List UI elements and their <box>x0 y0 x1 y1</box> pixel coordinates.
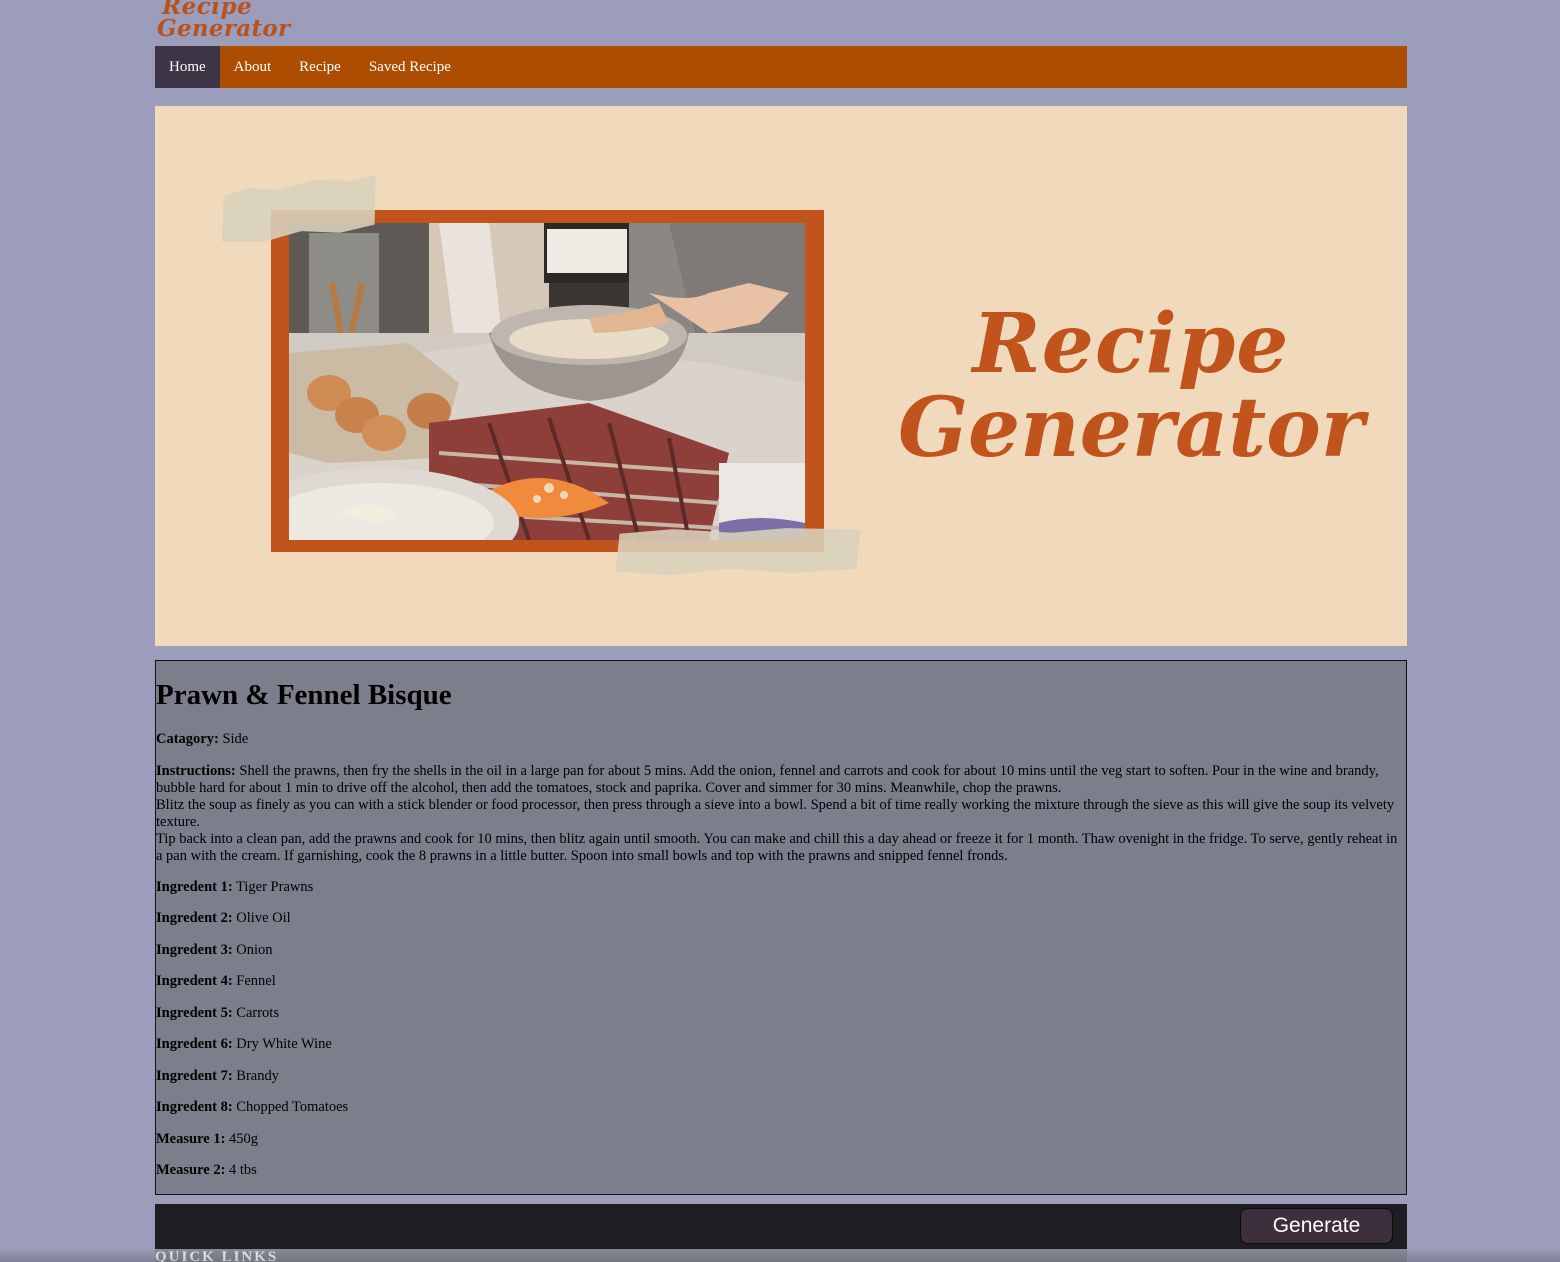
ingredient-label: Ingredent 2: <box>156 910 233 926</box>
hero-title-line-1: Recipe <box>972 296 1290 392</box>
quick-links-heading: QUICK LINKS <box>155 1249 279 1262</box>
ingredient-label: Ingredent 5: <box>156 1004 233 1021</box>
recipe-card: Prawn & Fennel Bisque Catagory: Side Ins… <box>155 660 1407 1195</box>
ingredient-value: Tiger Prawns <box>236 878 314 895</box>
ingredient-label: Ingredent 3: <box>156 941 233 958</box>
nav-item-saved-recipe[interactable]: Saved Recipe <box>355 46 465 88</box>
nav-item-home[interactable]: Home <box>155 46 220 88</box>
ingredient-label: Ingredent 6: <box>156 1036 233 1052</box>
instructions-text-1: Shell the prawns, then fry the shells in… <box>156 762 1379 796</box>
ingredient-row: Ingredent 7: Brandy <box>156 1068 1402 1085</box>
ingredient-label: Ingredent 8: <box>156 1099 233 1115</box>
cooking-photo <box>289 223 805 540</box>
ingredient-row: Ingredent 8: Chopped Tomatoes <box>156 1099 1402 1116</box>
ingredient-value: Dry White Wine <box>236 1036 332 1052</box>
instructions-label: Instructions: <box>156 762 236 779</box>
ingredient-row: Ingredent 3: Onion <box>156 942 1402 959</box>
instructions-paragraph: Instructions: Shell the prawns, then fry… <box>156 763 1402 797</box>
nav-item-recipe[interactable]: Recipe <box>285 46 355 88</box>
hero-title: Recipe Generator <box>855 302 1407 470</box>
site-logo[interactable]: Recipe Generator <box>157 0 297 44</box>
recipe-details: Catagory: Side Instructions: Shell the p… <box>156 731 1402 1194</box>
quick-links-section: QUICK LINKS <box>155 1249 1407 1262</box>
ingredient-label: Ingredent 1: <box>156 878 233 895</box>
nav-item-about[interactable]: About <box>220 46 286 88</box>
category-label: Catagory: <box>156 731 219 747</box>
generate-button[interactable]: Generate <box>1240 1208 1393 1244</box>
measure-label: Measure 1: <box>156 1130 226 1147</box>
recipe-title: Prawn & Fennel Bisque <box>156 679 452 711</box>
ingredient-label: Ingredent 7: <box>156 1067 233 1084</box>
tape-strip-bottom <box>615 526 862 576</box>
hero-title-line-2: Generator <box>897 380 1365 476</box>
hero-banner: Recipe Generator <box>155 106 1407 646</box>
measure-value: 450g <box>229 1130 259 1147</box>
action-bar: Generate <box>155 1204 1407 1249</box>
ingredient-value: Carrots <box>236 1004 279 1021</box>
ingredient-value: Brandy <box>236 1067 279 1084</box>
main-nav: Home About Recipe Saved Recipe <box>155 46 1407 88</box>
ingredient-row: Ingredent 5: Carrots <box>156 1005 1402 1022</box>
ingredient-value: Fennel <box>236 973 276 989</box>
ingredient-value: Onion <box>236 941 273 958</box>
measure-row: Measure 1: 450g <box>156 1131 1402 1148</box>
category-value: Side <box>222 731 249 747</box>
category-row: Catagory: Side <box>156 731 1402 748</box>
ingredient-row: Ingredent 2: Olive Oil <box>156 910 1402 927</box>
logo-line-2: Generator <box>157 15 291 42</box>
ingredient-row: Ingredent 4: Fennel <box>156 973 1402 990</box>
measure-row: Measure 2: 4 tbs <box>156 1162 1402 1179</box>
measure-label: Measure 2: <box>156 1162 226 1178</box>
instructions-row: Instructions: Shell the prawns, then fry… <box>156 763 1402 865</box>
instructions-text-3: Tip back into a clean pan, add the prawn… <box>156 830 1398 864</box>
cooking-photo-illustration <box>289 223 805 540</box>
ingredient-value: Chopped Tomatoes <box>236 1099 349 1115</box>
measure-value: 4 tbs <box>229 1162 257 1178</box>
ingredient-label: Ingredent 4: <box>156 973 233 989</box>
instructions-text-2: Blitz the soup as finely as you can with… <box>156 796 1395 830</box>
ingredient-row: Ingredent 6: Dry White Wine <box>156 1036 1402 1053</box>
ingredient-value: Olive Oil <box>236 910 291 926</box>
ingredient-row: Ingredent 1: Tiger Prawns <box>156 879 1402 896</box>
